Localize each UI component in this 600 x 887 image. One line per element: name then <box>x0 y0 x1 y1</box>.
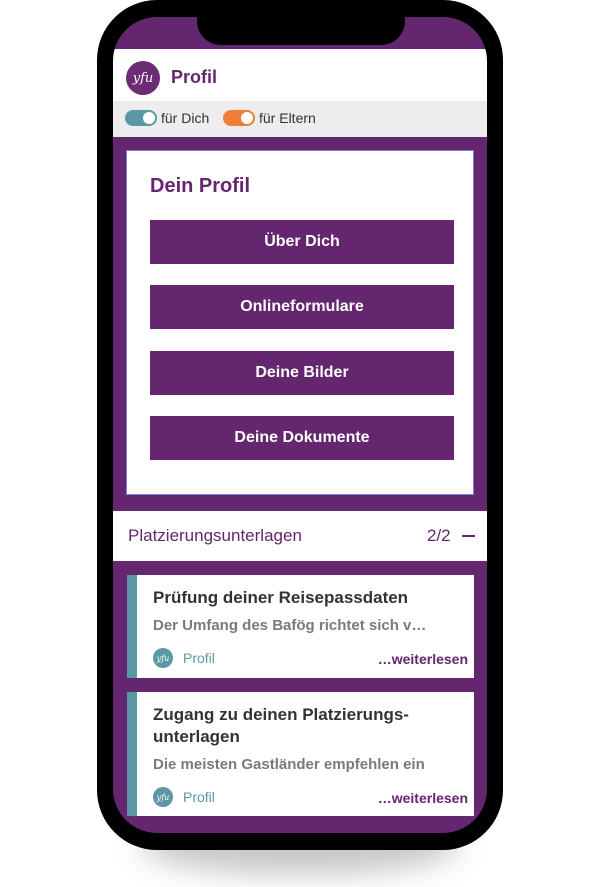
read-more-link[interactable]: …weiterlesen <box>378 651 468 667</box>
news-category: yfu Profil <box>153 648 215 668</box>
toggle-fuer-dich[interactable]: für Dich <box>125 110 209 126</box>
platzierungsunterlagen-accordion[interactable]: Platzierungsunterlagen 2/2 <box>113 511 487 561</box>
yfu-category-icon: yfu <box>153 648 173 668</box>
toggle-label: für Dich <box>161 110 210 126</box>
profile-card: Dein Profil Über Dich Onlineformulare De… <box>126 150 474 495</box>
news-card[interactable]: Prüfung deiner Reisepassdaten Der Umfang… <box>127 575 474 678</box>
app-screen: yfu Profil für Dich für Eltern Dein Prof… <box>113 17 487 833</box>
audience-toggle-bar: für Dich für Eltern <box>113 101 487 137</box>
category-label: Profil <box>183 650 215 666</box>
deine-dokumente-button[interactable]: Deine Dokumente <box>150 416 454 460</box>
news-excerpt: Der Umfang des Bafög richtet sich v… <box>153 617 427 634</box>
news-title: Prüfung deiner Reisepassdaten <box>153 588 409 607</box>
page-title: Profil <box>171 67 218 87</box>
news-card[interactable]: Zugang zu deinen Platzierungs-unterlagen… <box>127 692 474 816</box>
accordion-title: Platzierungsunterlagen <box>128 526 302 545</box>
ueber-dich-button[interactable]: Über Dich <box>150 220 454 264</box>
accordion-count: 2/2 <box>427 526 451 545</box>
toggle-label: für Eltern <box>259 110 316 126</box>
news-category: yfu Profil <box>153 787 215 807</box>
phone-notch <box>197 0 405 45</box>
toggle-fuer-eltern[interactable]: für Eltern <box>223 110 316 126</box>
read-more-link[interactable]: …weiterlesen <box>378 790 468 806</box>
news-title: Zugang zu deinen Platzierungs-unterlagen <box>153 705 409 746</box>
toggle-switch-icon[interactable] <box>223 110 255 126</box>
profile-card-title: Dein Profil <box>150 175 251 197</box>
onlineformulare-button[interactable]: Onlineformulare <box>150 285 454 329</box>
deine-bilder-button[interactable]: Deine Bilder <box>150 351 454 395</box>
collapse-minus-icon[interactable] <box>462 535 475 537</box>
yfu-logo-icon: yfu <box>126 61 160 95</box>
yfu-category-icon: yfu <box>153 787 173 807</box>
news-excerpt: Die meisten Gastländer empfehlen ein <box>153 756 425 773</box>
category-label: Profil <box>183 789 215 805</box>
toggle-switch-icon[interactable] <box>125 110 157 126</box>
